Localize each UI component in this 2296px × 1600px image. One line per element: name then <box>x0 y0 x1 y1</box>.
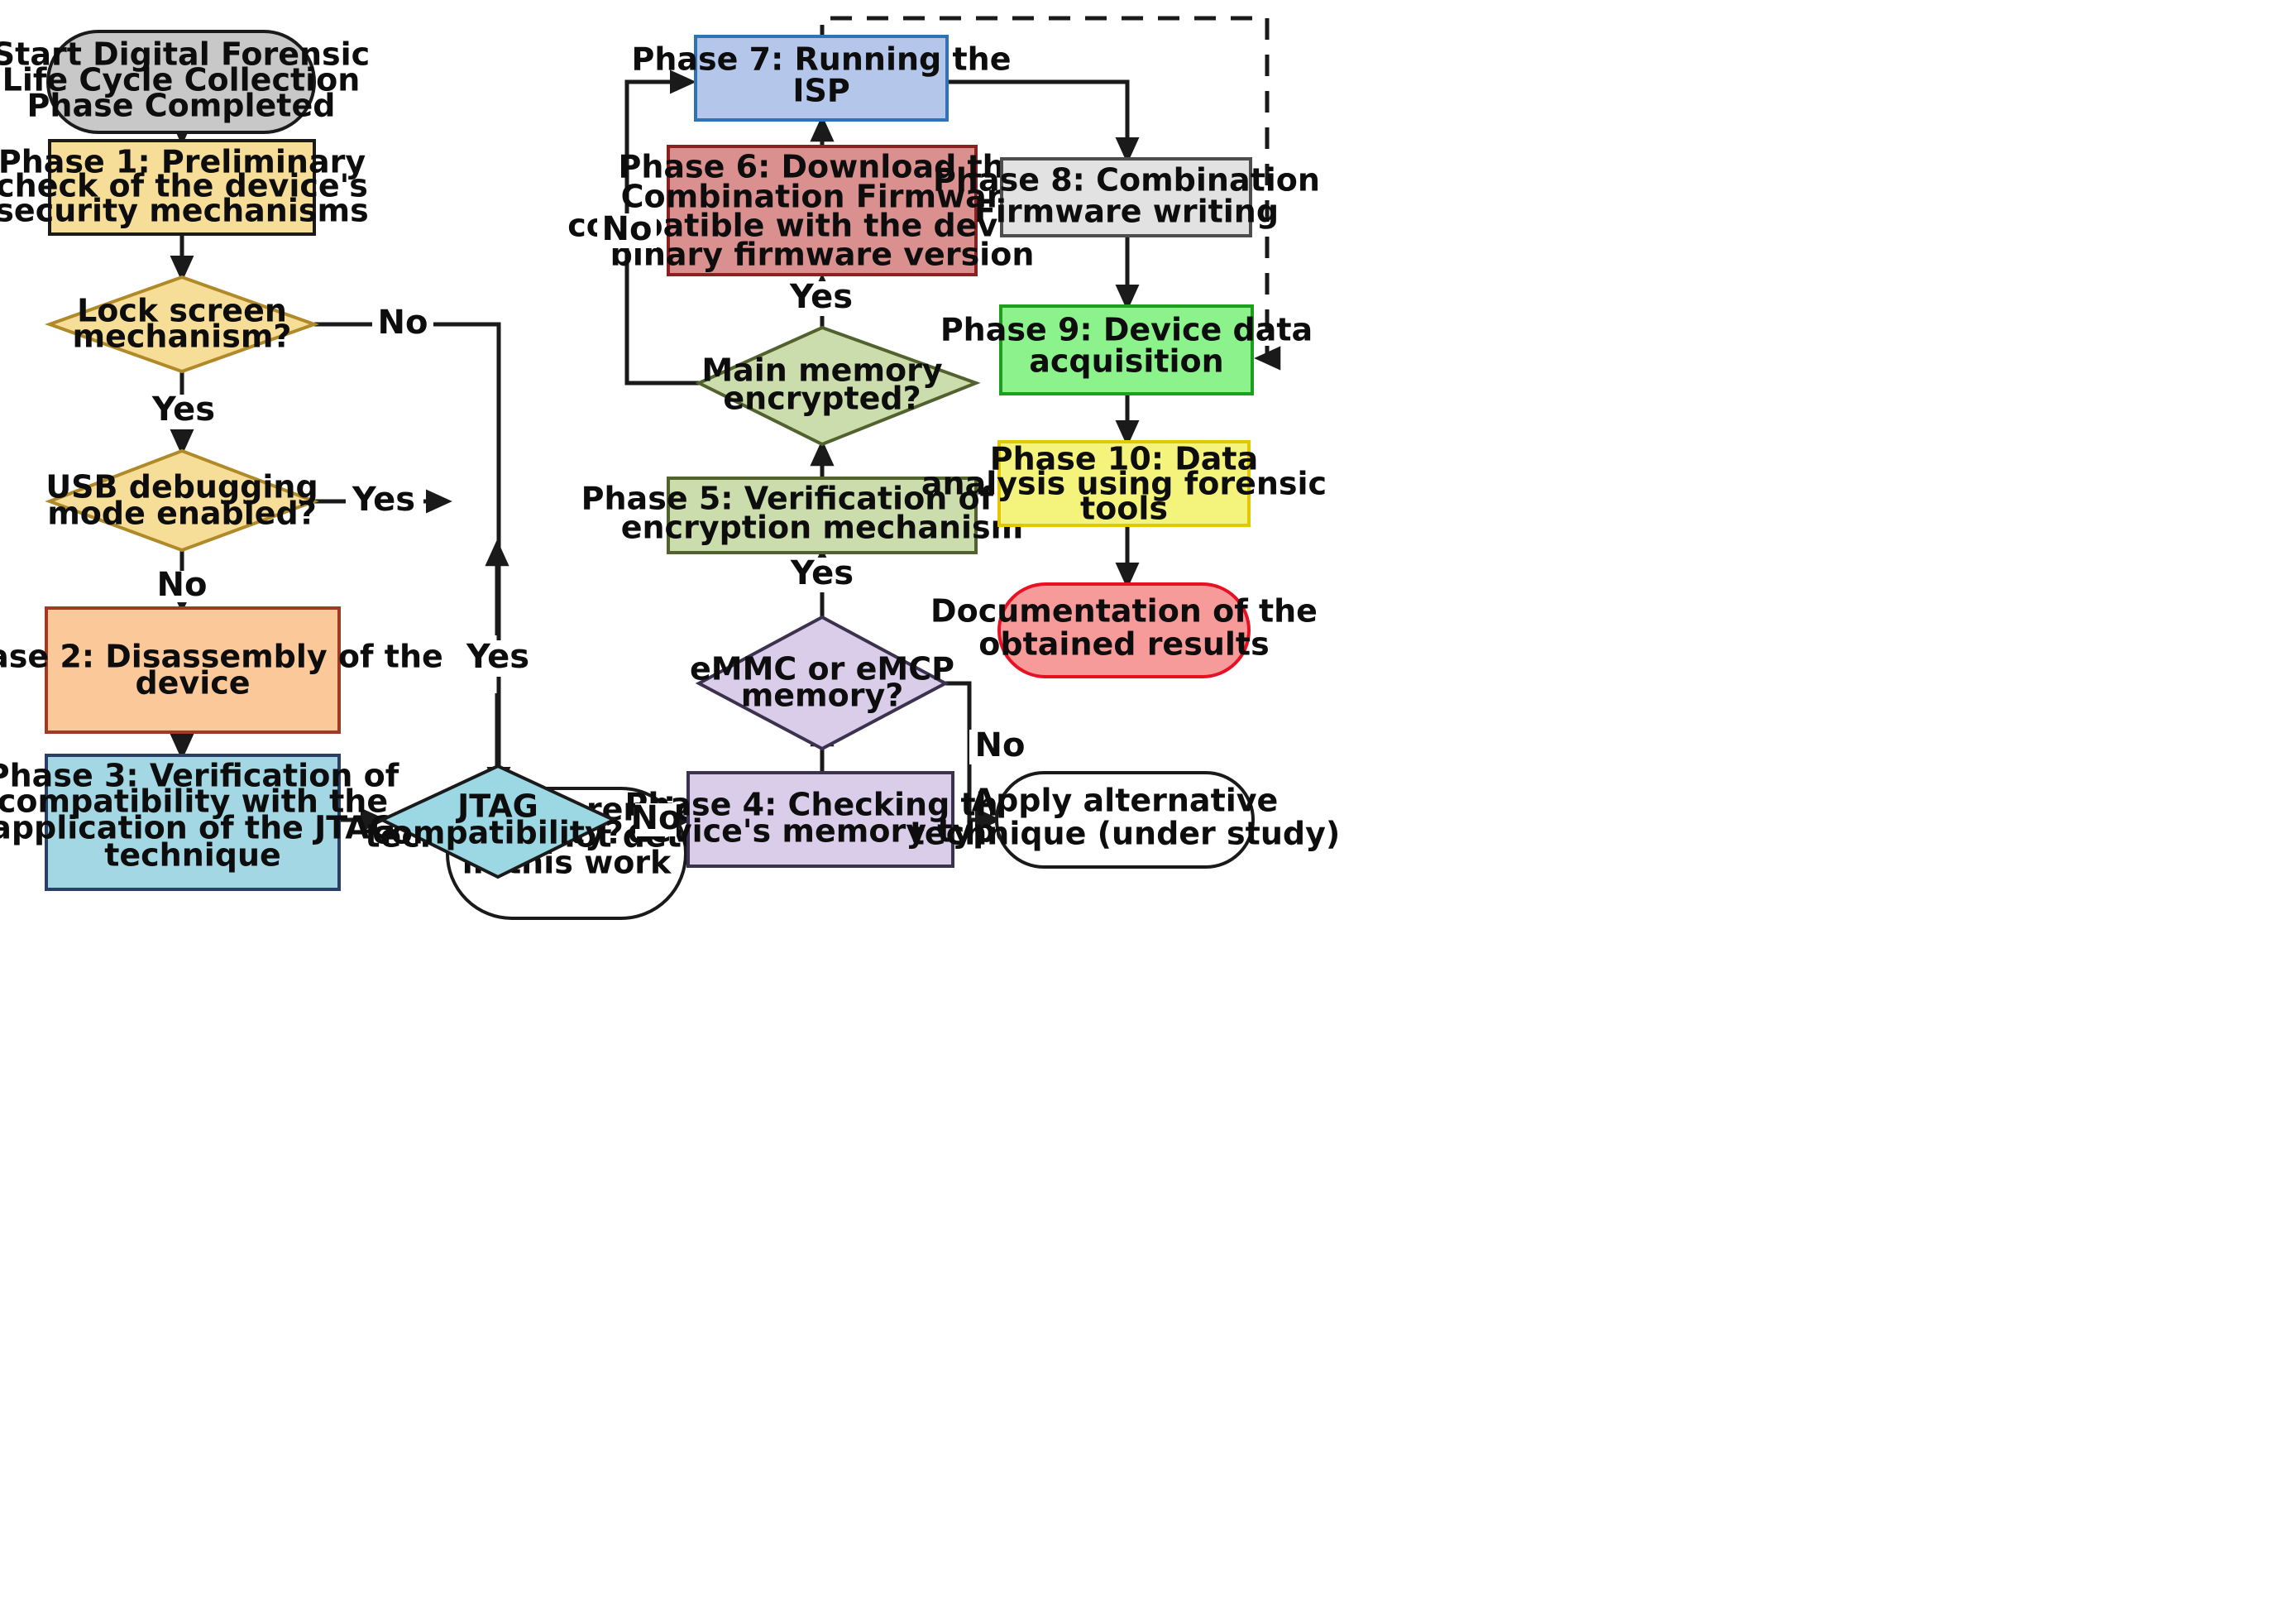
edge-label-usbdebug-no: No <box>157 566 208 604</box>
node-alternative-line-2: technique (under study) <box>910 816 1340 852</box>
node-phase6-line-4: binary firmware version <box>610 237 1035 273</box>
node-usbdebug[interactable]: USB debugging mode enabled? <box>45 448 319 553</box>
node-lockscreen-line-2: mechanism? <box>73 319 292 355</box>
edge-label-usbdebug-yes: Yes <box>352 481 415 519</box>
node-phase10-line-3: tools <box>1080 491 1168 527</box>
node-phase9-line-2: acquisition <box>1029 343 1223 380</box>
nodes-layer: Start Digital Forensic Life Cycle Collec… <box>0 30 1340 920</box>
flowchart-svg: Start Digital Forensic Life Cycle Collec… <box>0 16 1340 920</box>
node-documentation[interactable]: Documentation of the obtained results <box>930 582 1318 678</box>
node-phase2[interactable]: Phase 2: Disassembly of the device <box>0 606 443 734</box>
edge-lockscreen-no <box>314 322 511 793</box>
node-usbdebug-line-2: mode enabled? <box>47 496 317 532</box>
node-phase5-line-2: encryption mechanism <box>621 510 1024 546</box>
node-phase1[interactable]: Phase 1: Preliminary check of the device… <box>0 139 369 236</box>
node-alternative[interactable]: Apply alternative technique (under study… <box>910 771 1340 869</box>
flowchart-canvas: Start Digital Forensic Life Cycle Collec… <box>0 0 2296 1600</box>
edges-layer <box>170 16 1281 832</box>
node-phase7-line-2: ISP <box>792 73 849 109</box>
node-documentation-line-2: obtained results <box>978 626 1269 663</box>
node-phase1-line-3: security mechanisms <box>0 193 369 229</box>
node-phase2-line-2: device <box>135 665 250 702</box>
node-phase8-line-2: Firmware writing <box>974 194 1279 230</box>
node-phase9[interactable]: Phase 9: Device data acquisition <box>940 304 1313 395</box>
node-alternative-line-1: Apply alternative <box>972 783 1279 819</box>
edge-label-jtag-no: No <box>631 799 682 837</box>
node-mainmemory[interactable]: Main memory encrypted? <box>695 325 981 447</box>
node-phase8[interactable]: Phase 8: Combination Firmware writing <box>933 157 1320 237</box>
node-emmc-line-2: memory? <box>741 678 904 714</box>
node-phase3-line-4: technique <box>104 837 281 874</box>
edge-label-mainmemory-yes: Yes <box>789 278 853 316</box>
node-start-line-3: Phase Completed <box>27 88 336 124</box>
edge-label-lockscreen-no: No <box>378 304 428 342</box>
edge-label-lockscreen-yes: Yes <box>151 390 215 429</box>
node-phase3[interactable]: Phase 3: Verification of compatibility w… <box>0 754 399 891</box>
edge-label-emmc-no: No <box>975 726 1026 764</box>
edge-label-emmc-yes: Yes <box>790 554 854 592</box>
node-start[interactable]: Start Digital Forensic Life Cycle Collec… <box>0 30 370 134</box>
node-documentation-line-1: Documentation of the <box>930 593 1318 630</box>
node-mainmemory-line-2: encrypted? <box>723 381 921 417</box>
edge-label-jtag-yes: Yes <box>466 638 529 676</box>
node-phase7[interactable]: Phase 7: Running the ISP <box>632 35 1012 122</box>
node-lockscreen[interactable]: Lock screen mechanism? <box>45 275 319 374</box>
node-emmc[interactable]: eMMC or eMCP memory? <box>690 615 954 751</box>
edge-label-mainmemory-no: No <box>602 210 653 248</box>
node-jtag-line-2: compatibility? <box>372 815 624 851</box>
